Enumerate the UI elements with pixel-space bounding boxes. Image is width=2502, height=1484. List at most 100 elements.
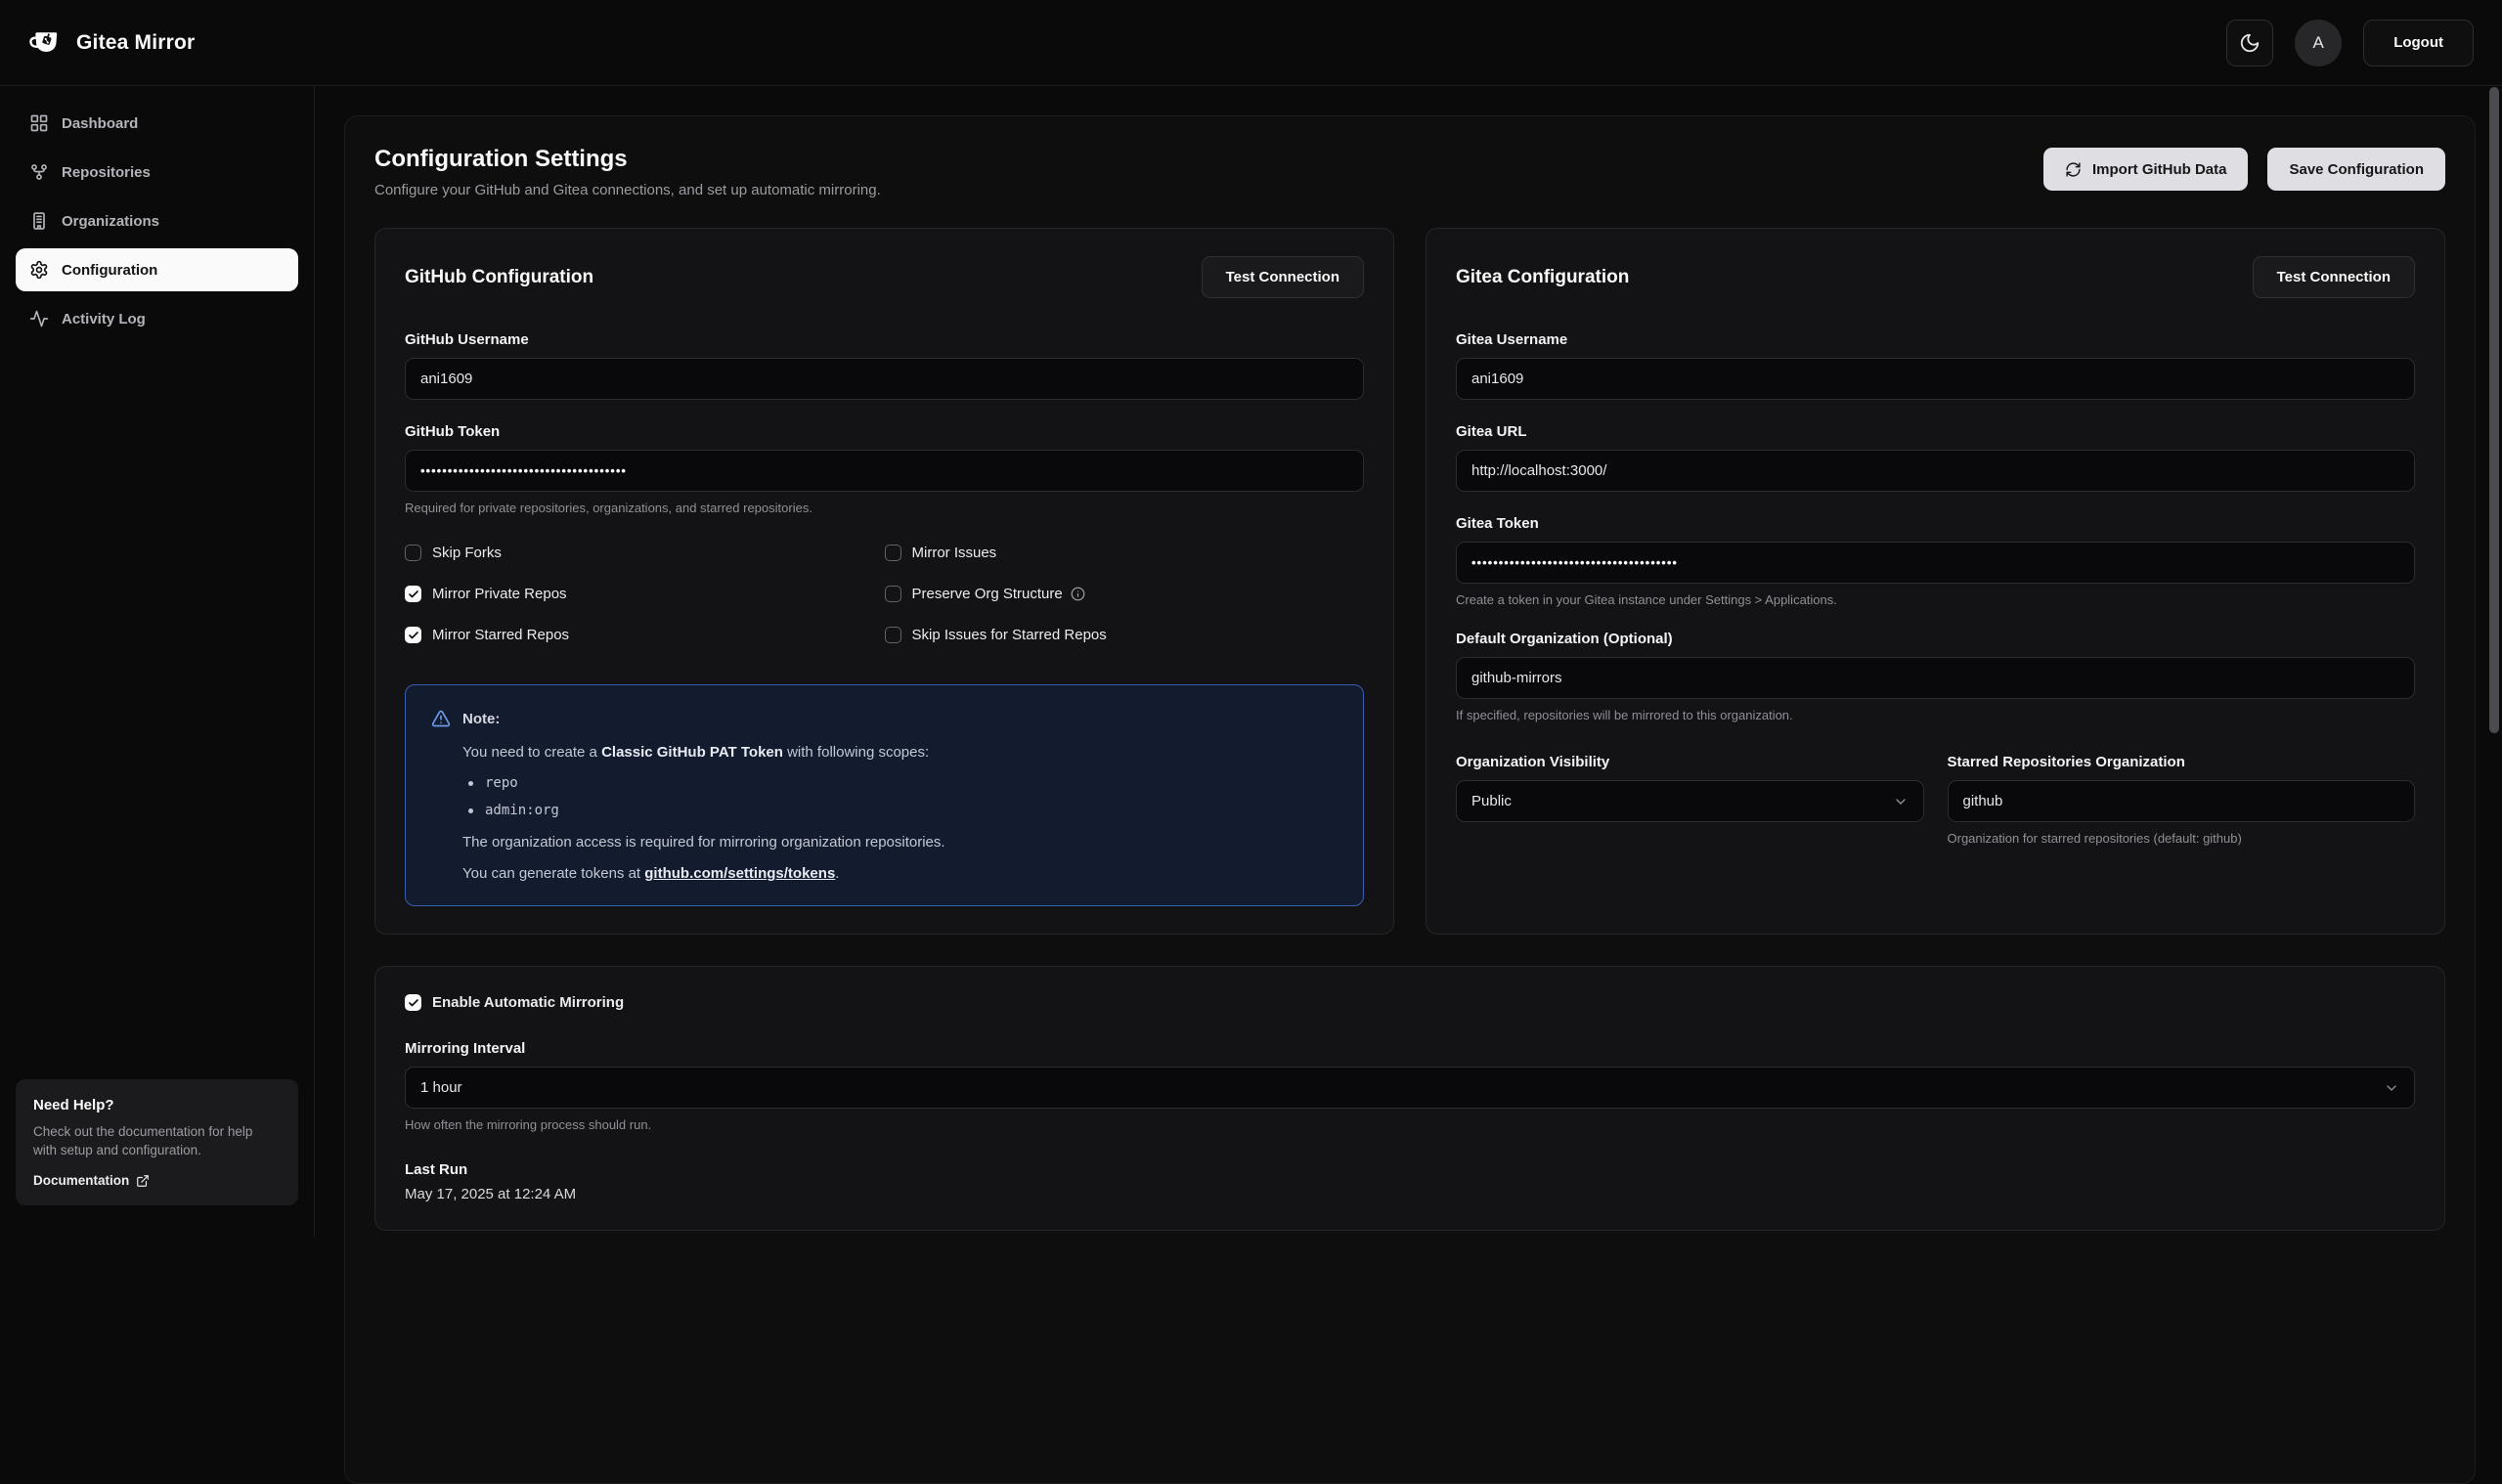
refresh-icon	[2065, 161, 2082, 178]
github-username-label: GitHub Username	[405, 331, 1364, 348]
sidebar-item-label: Organizations	[62, 213, 159, 230]
sidebar-item-label: Dashboard	[62, 115, 138, 132]
external-link-icon	[136, 1174, 150, 1188]
default-organization-label: Default Organization (Optional)	[1456, 631, 2415, 647]
organization-visibility-value: Public	[1471, 793, 1512, 809]
sidebar-item-repositories[interactable]: Repositories	[16, 151, 298, 194]
gitea-card-title: Gitea Configuration	[1456, 267, 1629, 288]
sidebar: Dashboard Repositories Organizations Con…	[0, 86, 315, 1237]
github-username-input[interactable]	[405, 358, 1364, 400]
vertical-scrollbar-thumb[interactable]	[2489, 87, 2499, 733]
chevron-down-icon	[1893, 794, 1909, 809]
organization-visibility-select[interactable]: Public	[1456, 780, 1924, 822]
gitea-url-label: Gitea URL	[1456, 423, 2415, 440]
mirroring-interval-hint: How often the mirroring process should r…	[405, 1117, 2415, 1132]
top-bar: Gitea Mirror A Logout	[0, 0, 2502, 86]
activity-pulse-icon	[29, 309, 49, 328]
sidebar-item-label: Repositories	[62, 164, 151, 181]
checkbox-mirror-starred-repos[interactable]: Mirror Starred Repos	[405, 627, 885, 643]
gear-icon	[29, 260, 49, 280]
last-run-value: May 17, 2025 at 12:24 AM	[405, 1186, 2415, 1202]
gitea-token-hint: Create a token in your Gitea instance un…	[1456, 592, 2415, 607]
check-icon	[408, 997, 419, 1009]
mirroring-interval-value: 1 hour	[420, 1079, 462, 1096]
gitea-username-label: Gitea Username	[1456, 331, 2415, 348]
checkbox-box[interactable]	[885, 627, 901, 643]
gitea-configuration-card: Gitea Configuration Test Connection Gite…	[1426, 228, 2445, 935]
documentation-link-label: Documentation	[33, 1173, 129, 1188]
scope-item: admin:org	[468, 803, 1338, 818]
pat-token-note: Note: You need to create a Classic GitHu…	[405, 684, 1364, 906]
theme-toggle-button[interactable]	[2226, 20, 2273, 66]
github-settings-tokens-link[interactable]: github.com/settings/tokens	[644, 865, 835, 882]
moon-icon	[2239, 32, 2261, 54]
sidebar-item-organizations[interactable]: Organizations	[16, 199, 298, 242]
alert-triangle-icon	[431, 709, 451, 728]
check-icon	[408, 630, 419, 641]
sidebar-item-activity-log[interactable]: Activity Log	[16, 297, 298, 340]
organization-visibility-label: Organization Visibility	[1456, 754, 1924, 770]
building-icon	[29, 211, 49, 231]
automatic-mirroring-card: Enable Automatic Mirroring Mirroring Int…	[374, 966, 2445, 1231]
gitea-token-label: Gitea Token	[1456, 515, 2415, 532]
github-card-title: GitHub Configuration	[405, 267, 593, 288]
main-content: Configuration Settings Configure your Gi…	[315, 86, 2502, 1237]
import-button-label: Import GitHub Data	[2092, 161, 2227, 178]
sidebar-item-configuration[interactable]: Configuration	[16, 248, 298, 291]
default-organization-hint: If specified, repositories will be mirro…	[1456, 708, 2415, 722]
mirroring-interval-select[interactable]: 1 hour	[405, 1067, 2415, 1109]
note-paragraph: The organization access is required for …	[462, 834, 1338, 851]
sidebar-item-label: Configuration	[62, 262, 157, 279]
checkbox-box[interactable]	[405, 545, 421, 561]
need-help-card: Need Help? Check out the documentation f…	[16, 1079, 298, 1205]
mirroring-interval-label: Mirroring Interval	[405, 1040, 2415, 1057]
need-help-body: Check out the documentation for help wit…	[33, 1122, 268, 1160]
gitea-url-input[interactable]	[1456, 450, 2415, 492]
checkbox-box[interactable]	[405, 994, 421, 1011]
chevron-down-icon	[2384, 1080, 2399, 1096]
last-run-label: Last Run	[405, 1161, 2415, 1178]
documentation-link[interactable]: Documentation	[33, 1173, 150, 1188]
github-configuration-card: GitHub Configuration Test Connection Git…	[374, 228, 1394, 935]
dashboard-grid-icon	[29, 113, 49, 133]
import-github-data-button[interactable]: Import GitHub Data	[2043, 148, 2249, 191]
checkbox-box[interactable]	[885, 545, 901, 561]
github-test-connection-button[interactable]: Test Connection	[1202, 256, 1364, 298]
configuration-panel: Configuration Settings Configure your Gi…	[344, 115, 2476, 1484]
git-fork-icon	[29, 162, 49, 182]
checkbox-box[interactable]	[405, 627, 421, 643]
sidebar-item-dashboard[interactable]: Dashboard	[16, 102, 298, 145]
check-icon	[408, 589, 419, 600]
gitea-token-input[interactable]	[1456, 542, 2415, 584]
note-scopes-list: repo admin:org	[468, 775, 1338, 818]
checkbox-preserve-org-structure[interactable]: Preserve Org Structure	[885, 586, 1365, 602]
checkbox-skip-forks[interactable]: Skip Forks	[405, 545, 885, 561]
sidebar-nav: Dashboard Repositories Organizations Con…	[16, 102, 298, 340]
app-title: Gitea Mirror	[76, 31, 195, 55]
brand: Gitea Mirror	[29, 25, 195, 61]
github-token-label: GitHub Token	[405, 423, 1364, 440]
github-token-input[interactable]	[405, 450, 1364, 492]
checkbox-mirror-private-repos[interactable]: Mirror Private Repos	[405, 586, 885, 602]
sidebar-item-label: Activity Log	[62, 311, 146, 327]
user-avatar[interactable]: A	[2295, 20, 2342, 66]
gitea-username-input[interactable]	[1456, 358, 2415, 400]
starred-repositories-organization-input[interactable]	[1948, 780, 2416, 822]
info-icon[interactable]	[1071, 587, 1085, 601]
checkbox-mirror-issues[interactable]: Mirror Issues	[885, 545, 1365, 561]
checkbox-enable-automatic-mirroring[interactable]: Enable Automatic Mirroring	[405, 994, 2415, 1011]
gitea-test-connection-button[interactable]: Test Connection	[2253, 256, 2415, 298]
scope-item: repo	[468, 775, 1338, 791]
need-help-title: Need Help?	[33, 1097, 281, 1113]
page-subtitle: Configure your GitHub and Gitea connecti…	[374, 182, 881, 198]
checkbox-box[interactable]	[405, 586, 421, 602]
note-intro: You need to create a Classic GitHub PAT …	[462, 744, 1338, 761]
logout-button[interactable]: Logout	[2363, 20, 2474, 66]
starred-repositories-organization-label: Starred Repositories Organization	[1948, 754, 2416, 770]
github-token-hint: Required for private repositories, organ…	[405, 501, 1364, 515]
checkbox-box[interactable]	[885, 586, 901, 602]
default-organization-input[interactable]	[1456, 657, 2415, 699]
checkbox-skip-issues-starred[interactable]: Skip Issues for Starred Repos	[885, 627, 1365, 643]
gitea-logo-icon	[29, 25, 65, 61]
save-configuration-button[interactable]: Save Configuration	[2267, 148, 2445, 191]
